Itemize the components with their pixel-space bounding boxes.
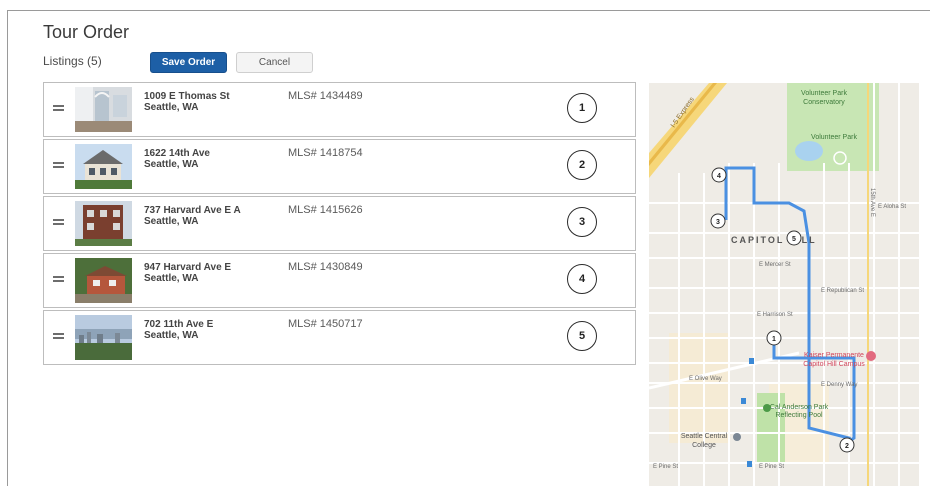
map-marker-4[interactable]: 4 xyxy=(711,167,727,183)
tour-route-map[interactable]: I-5 Express E Aloha St E Olive Way E Den… xyxy=(649,83,919,486)
map-place-label: Kaiser Permanente xyxy=(804,352,864,359)
map-street-label: E Olive Way xyxy=(689,376,722,382)
tour-order-number: 3 xyxy=(567,207,597,237)
listing-row[interactable]: 1622 14th Ave Seattle, WA MLS# 1418754 2 xyxy=(43,139,636,194)
transit-icon xyxy=(747,461,752,467)
map-street-label: E Harrison St xyxy=(757,312,793,318)
listing-address-line1: 1009 E Thomas St xyxy=(144,91,230,102)
map-street-label: 15th Ave E xyxy=(869,188,875,217)
listing-row[interactable]: 1009 E Thomas St Seattle, WA MLS# 143448… xyxy=(43,82,636,137)
map-street-label: E Aloha St xyxy=(878,204,906,210)
cancel-button[interactable]: Cancel xyxy=(236,52,313,73)
listing-photo xyxy=(75,258,132,303)
listing-mls-number: MLS# 1415626 xyxy=(288,204,363,216)
listing-list: 1009 E Thomas St Seattle, WA MLS# 143448… xyxy=(43,82,636,367)
map-street-label: E Republican St xyxy=(821,288,864,294)
svg-text:1: 1 xyxy=(772,336,776,343)
transit-icon xyxy=(749,358,754,364)
map-place-label: Reflecting Pool xyxy=(775,412,823,419)
map-place-label: Volunteer Park xyxy=(801,90,847,97)
map-street-label: E Denny Way xyxy=(821,382,857,388)
hospital-pin-icon xyxy=(866,351,876,361)
listing-mls-number: MLS# 1430849 xyxy=(288,261,363,273)
map-place-label: Capitol Hill Campus xyxy=(803,361,865,368)
transit-icon xyxy=(741,398,746,404)
listing-address-line2: Seattle, WA xyxy=(144,273,199,284)
map-marker-1[interactable]: 1 xyxy=(766,330,782,346)
svg-text:2: 2 xyxy=(845,443,849,450)
map-marker-3[interactable]: 3 xyxy=(710,213,726,229)
listing-address-line2: Seattle, WA xyxy=(144,159,199,170)
listing-photo xyxy=(75,144,132,189)
map-place-label: Conservatory xyxy=(803,99,845,106)
save-order-button[interactable]: Save Order xyxy=(150,52,227,73)
map-street-label: E Pine St xyxy=(759,464,784,470)
drag-handle-icon[interactable] xyxy=(53,276,64,282)
map-street-label: E Pine St xyxy=(653,464,678,470)
drag-handle-icon[interactable] xyxy=(53,162,64,168)
listing-address-line1: 1622 14th Ave xyxy=(144,148,210,159)
listing-row[interactable]: 702 11th Ave E Seattle, WA MLS# 1450717 … xyxy=(43,310,636,365)
drag-handle-icon[interactable] xyxy=(53,105,64,111)
listing-mls-number: MLS# 1450717 xyxy=(288,318,363,330)
listing-row[interactable]: 737 Harvard Ave E A Seattle, WA MLS# 141… xyxy=(43,196,636,251)
school-pin-icon xyxy=(733,433,741,441)
park-pin-icon xyxy=(763,404,771,412)
listing-address-line2: Seattle, WA xyxy=(144,216,199,227)
listing-mls-number: MLS# 1434489 xyxy=(288,90,363,102)
svg-text:4: 4 xyxy=(717,173,721,180)
listing-row[interactable]: 947 Harvard Ave E Seattle, WA MLS# 14308… xyxy=(43,253,636,308)
listings-count-label: Listings (5) xyxy=(43,54,102,68)
page-title: Tour Order xyxy=(43,22,130,42)
map-neighborhood-label: CAPITOL HILL xyxy=(731,235,817,245)
svg-text:5: 5 xyxy=(792,236,796,243)
map-street-label: E Mercer St xyxy=(759,262,791,268)
drag-handle-icon[interactable] xyxy=(53,333,64,339)
listing-mls-number: MLS# 1418754 xyxy=(288,147,363,159)
map-place-label: Seattle Central xyxy=(681,433,728,440)
listing-address-line2: Seattle, WA xyxy=(144,330,199,341)
listing-photo xyxy=(75,87,132,132)
map-marker-2[interactable]: 2 xyxy=(839,437,855,453)
listing-photo xyxy=(75,315,132,360)
listing-address-line2: Seattle, WA xyxy=(144,102,199,113)
tour-order-number: 4 xyxy=(567,264,597,294)
drag-handle-icon[interactable] xyxy=(53,219,64,225)
map-place-label: Volunteer Park xyxy=(811,134,857,141)
tour-order-number: 1 xyxy=(567,93,597,123)
tour-order-number: 5 xyxy=(567,321,597,351)
listing-address-line1: 947 Harvard Ave E xyxy=(144,262,232,273)
listing-photo xyxy=(75,201,132,246)
listing-address-line1: 737 Harvard Ave E A xyxy=(144,205,241,216)
map-place-label: College xyxy=(692,442,716,449)
listing-address-line1: 702 11th Ave E xyxy=(144,319,214,330)
map-place-label: Cal Anderson Park xyxy=(770,404,829,411)
tour-order-number: 2 xyxy=(567,150,597,180)
map-marker-5[interactable]: 5 xyxy=(786,230,802,246)
svg-text:3: 3 xyxy=(716,219,720,226)
